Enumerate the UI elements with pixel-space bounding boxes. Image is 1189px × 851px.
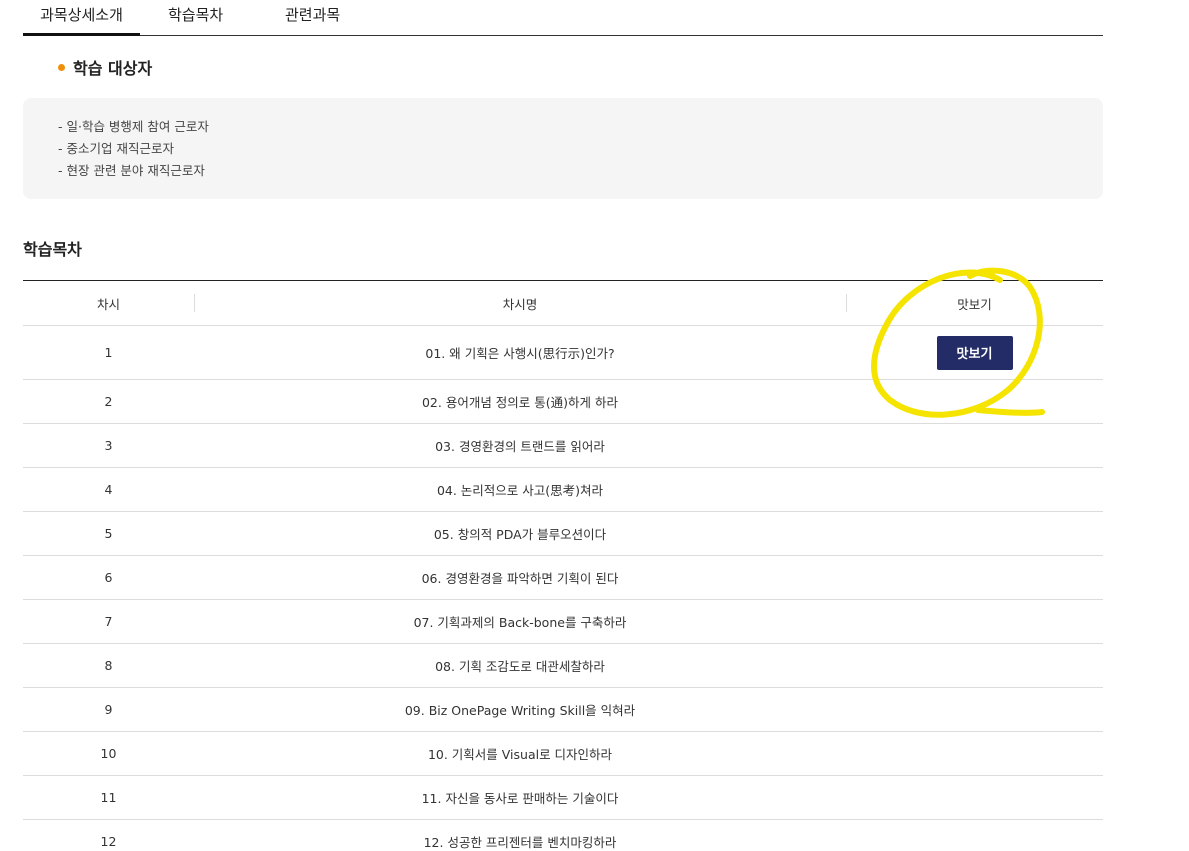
table-row: 3 03. 경영환경의 트랜드를 읽어라 xyxy=(23,424,1103,468)
bullet-dot-icon xyxy=(58,63,65,71)
session-no: 7 xyxy=(104,614,113,629)
table-row: 5 05. 창의적 PDA가 블루오션이다 xyxy=(23,512,1103,556)
session-name: 06. 경영환경을 파악하면 기획이 된다 xyxy=(421,571,619,586)
target-item: - 현장 관련 분야 재직근로자 xyxy=(58,163,205,178)
session-no: 4 xyxy=(104,482,113,497)
session-name: 11. 자신을 동사로 판매하는 기술이다 xyxy=(421,791,619,806)
preview-button[interactable]: 맛보기 xyxy=(936,335,1013,370)
table-row: 2 02. 용어개념 정의로 통(通)하게 하라 xyxy=(23,380,1103,424)
table-row: 1 01. 왜 기획은 사행시(思行示)인가? 맛보기 xyxy=(23,326,1103,380)
session-name: 05. 창의적 PDA가 블루오션이다 xyxy=(433,527,607,542)
table-row: 6 06. 경영환경을 파악하면 기획이 된다 xyxy=(23,556,1103,600)
session-name: 04. 논리적으로 사고(思考)쳐라 xyxy=(436,483,604,498)
session-no: 1 xyxy=(104,345,113,360)
target-item: - 일·학습 병행제 참여 근로자 xyxy=(58,119,209,134)
session-no: 6 xyxy=(104,570,113,585)
session-no: 10 xyxy=(100,746,117,761)
tab-course-details[interactable]: 과목상세소개 xyxy=(23,3,140,36)
table-row: 4 04. 논리적으로 사고(思考)쳐라 xyxy=(23,468,1103,512)
tab-bar: 과목상세소개 학습목차 관련과목 xyxy=(23,0,1103,36)
table-row: 9 09. Biz OnePage Writing Skill을 익혀라 xyxy=(23,688,1103,732)
session-no: 5 xyxy=(104,526,113,541)
preview-cell: 맛보기 xyxy=(846,326,1103,379)
session-no: 12 xyxy=(100,834,117,849)
tab-learning-contents[interactable]: 학습목차 xyxy=(168,3,223,35)
session-name: 02. 용어개념 정의로 통(通)하게 하라 xyxy=(421,395,619,410)
target-item: - 중소기업 재직근로자 xyxy=(58,141,174,156)
page: 과목상세소개 학습목차 관련과목 학습 대상자 - 일·학습 병행제 참여 근로… xyxy=(0,0,1189,851)
target-section-header: 학습 대상자 xyxy=(58,56,152,78)
session-name: 08. 기획 조감도로 대관세찰하라 xyxy=(435,659,605,674)
target-section-title: 학습 대상자 xyxy=(73,59,153,78)
session-name: 12. 성공한 프리젠터를 벤치마킹하라 xyxy=(423,835,617,850)
target-list: - 일·학습 병행제 참여 근로자 - 중소기업 재직근로자 - 현장 관련 분… xyxy=(58,116,209,182)
table-row: 10 10. 기획서를 Visual로 디자인하라 xyxy=(23,732,1103,776)
session-no: 11 xyxy=(100,790,117,805)
toc-title: 학습목차 xyxy=(23,240,82,259)
session-name: 03. 경영환경의 트랜드를 읽어라 xyxy=(435,439,605,454)
session-name: 01. 왜 기획은 사행시(思行示)인가? xyxy=(425,346,615,361)
session-name: 07. 기획과제의 Back-bone를 구축하라 xyxy=(413,615,627,630)
session-no: 9 xyxy=(104,702,113,717)
target-box: - 일·학습 병행제 참여 근로자 - 중소기업 재직근로자 - 현장 관련 분… xyxy=(23,98,1103,199)
table-row: 12 12. 성공한 프리젠터를 벤치마킹하라 xyxy=(23,820,1103,851)
toc-table: 차시 차시명 맛보기 1 01. 왜 기획은 사행시(思行示)인가? 맛보기 2… xyxy=(23,280,1103,851)
session-name: 10. 기획서를 Visual로 디자인하라 xyxy=(427,747,613,762)
header-session-no: 차시 xyxy=(96,296,120,312)
toc-header-row: 차시 차시명 맛보기 xyxy=(23,281,1103,326)
header-session-name: 차시명 xyxy=(502,296,538,312)
table-row: 8 08. 기획 조감도로 대관세찰하라 xyxy=(23,644,1103,688)
header-preview: 맛보기 xyxy=(957,296,992,312)
session-name: 09. Biz OnePage Writing Skill을 익혀라 xyxy=(404,703,636,718)
table-row: 7 07. 기획과제의 Back-bone를 구축하라 xyxy=(23,600,1103,644)
session-no: 3 xyxy=(104,438,113,453)
tab-related-courses[interactable]: 관련과목 xyxy=(285,3,340,35)
session-no: 2 xyxy=(104,394,113,409)
table-row: 11 11. 자신을 동사로 판매하는 기술이다 xyxy=(23,776,1103,820)
session-no: 8 xyxy=(104,658,113,673)
